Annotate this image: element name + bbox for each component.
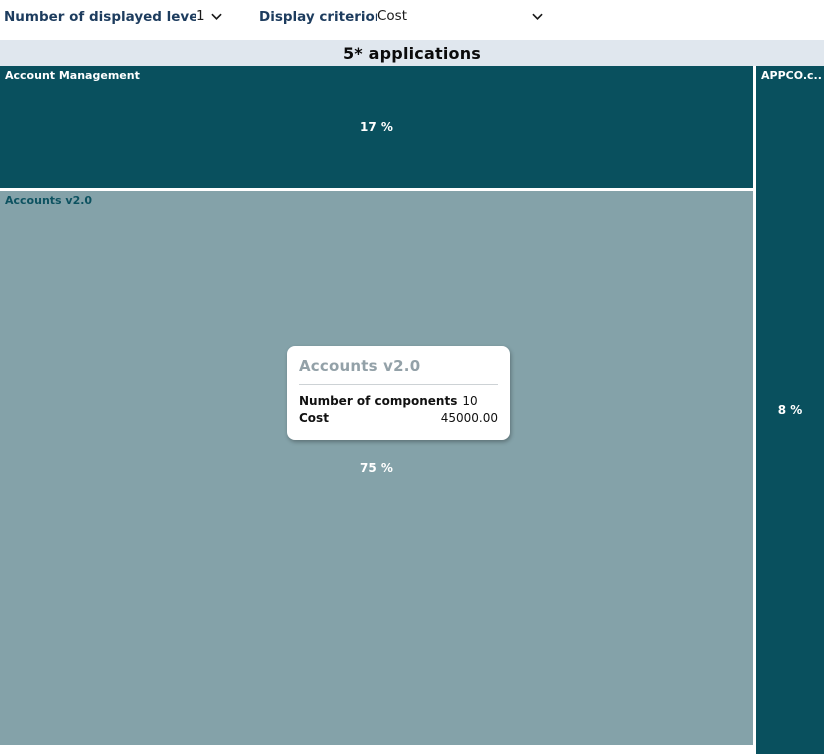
tooltip-row: Cost 45000.00 <box>299 410 498 427</box>
hover-tooltip: Accounts v2.0 Number of components 10 Co… <box>287 346 510 440</box>
treemap-node-appco[interactable]: APPCO.c... 8 % <box>756 66 824 754</box>
levels-label: Number of displayed levels <box>4 9 211 25</box>
node-label: Account Management <box>5 69 751 82</box>
criterion-select[interactable]: Cost <box>377 8 543 24</box>
tooltip-row: Number of components 10 <box>299 393 498 410</box>
levels-select[interactable]: 1 <box>196 8 222 24</box>
node-label: Accounts v2.0 <box>5 194 751 207</box>
tooltip-row-label: Cost <box>299 410 329 427</box>
treemap-title-bar: 5* applications <box>0 40 824 66</box>
treemap-app: Number of displayed levels 1 Display cri… <box>0 0 824 754</box>
chevron-down-icon <box>532 13 543 20</box>
criterion-label: Display criterion <box>259 9 384 25</box>
node-percent: 8 % <box>756 403 824 417</box>
chevron-down-icon <box>211 13 222 20</box>
node-percent: 75 % <box>0 461 753 475</box>
treemap-node-account-management[interactable]: Account Management 17 % <box>0 66 753 188</box>
tooltip-row-value: 45000.00 <box>441 410 498 427</box>
node-label: APPCO.c... <box>761 69 822 82</box>
tooltip-title: Accounts v2.0 <box>299 357 498 375</box>
tooltip-row-value: 10 <box>462 393 477 410</box>
tooltip-row-label: Number of components <box>299 393 457 410</box>
node-percent: 17 % <box>0 120 753 134</box>
treemap-node-accounts-v2[interactable]: Accounts v2.0 75 % <box>0 191 753 745</box>
levels-select-value: 1 <box>196 8 205 24</box>
controls-bar: Number of displayed levels 1 Display cri… <box>0 0 824 40</box>
tooltip-divider <box>299 384 498 385</box>
treemap-canvas: Account Management 17 % Accounts v2.0 75… <box>0 66 824 754</box>
criterion-select-value: Cost <box>377 8 407 24</box>
treemap-title: 5* applications <box>343 44 481 63</box>
